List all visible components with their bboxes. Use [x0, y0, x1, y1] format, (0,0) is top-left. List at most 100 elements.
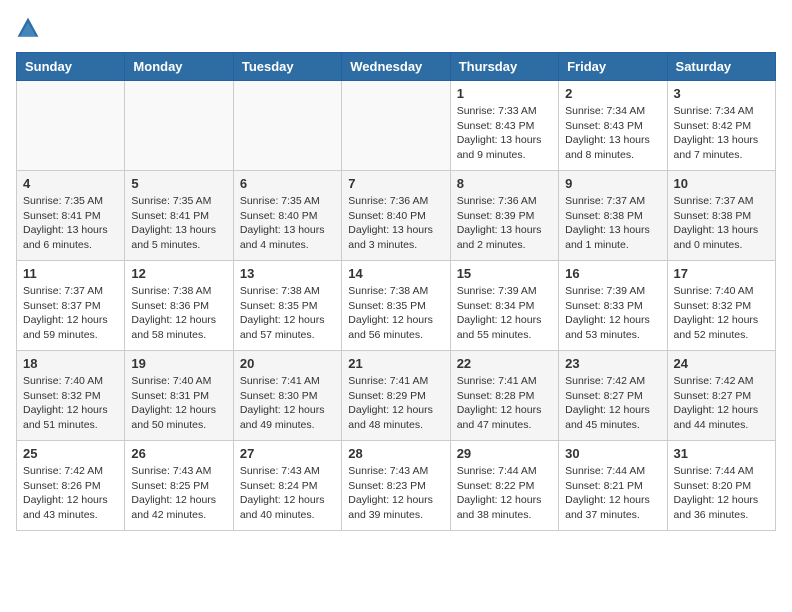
calendar-day-cell: 13Sunrise: 7:38 AM Sunset: 8:35 PM Dayli…: [233, 261, 341, 351]
calendar-day-cell: [17, 81, 125, 171]
calendar-day-cell: 31Sunrise: 7:44 AM Sunset: 8:20 PM Dayli…: [667, 441, 775, 531]
calendar-day-cell: 10 Sunrise: 7:37 AM Sunset: 8:38 PM Dayli…: [667, 171, 775, 261]
day-number: 26: [131, 446, 226, 461]
day-number: 25: [23, 446, 118, 461]
calendar-week-row: 1 Sunrise: 7:33 AM Sunset: 8:43 PM Daylig…: [17, 81, 776, 171]
calendar-day-cell: 20 Sunrise: 7:41 AM Sunset: 8:30 PM Dayli…: [233, 351, 341, 441]
day-of-week-header: Sunday: [17, 53, 125, 81]
day-info: Sunrise: 7:38 AM Sunset: 8:36 PM Dayligh…: [131, 284, 226, 343]
day-of-week-header: Thursday: [450, 53, 558, 81]
calendar-day-cell: 11 Sunrise: 7:37 AM Sunset: 8:37 PM Dayli…: [17, 261, 125, 351]
day-info: Sunrise: 7:40 AM Sunset: 8:32 PM Dayligh…: [23, 374, 118, 433]
calendar-day-cell: 21Sunrise: 7:41 AM Sunset: 8:29 PM Dayli…: [342, 351, 450, 441]
day-info: Sunrise: 7:38 AM Sunset: 8:35 PM Dayligh…: [348, 284, 443, 343]
day-info: Sunrise: 7:42 AM Sunset: 8:27 PM Dayligh…: [565, 374, 660, 433]
calendar-body: 1 Sunrise: 7:33 AM Sunset: 8:43 PM Daylig…: [17, 81, 776, 531]
day-number: 7: [348, 176, 443, 191]
day-info: Sunrise: 7:35 AM Sunset: 8:40 PM Dayligh…: [240, 194, 335, 253]
day-info: Sunrise: 7:36 AM Sunset: 8:40 PM Dayligh…: [348, 194, 443, 253]
calendar-day-cell: 8 Sunrise: 7:36 AM Sunset: 8:39 PM Daylig…: [450, 171, 558, 261]
day-number: 18: [23, 356, 118, 371]
day-number: 6: [240, 176, 335, 191]
day-number: 11: [23, 266, 118, 281]
day-info: Sunrise: 7:42 AM Sunset: 8:26 PM Dayligh…: [23, 464, 118, 523]
calendar-day-cell: 6 Sunrise: 7:35 AM Sunset: 8:40 PM Daylig…: [233, 171, 341, 261]
calendar-week-row: 4Sunrise: 7:35 AM Sunset: 8:41 PM Daylig…: [17, 171, 776, 261]
day-info: Sunrise: 7:40 AM Sunset: 8:31 PM Dayligh…: [131, 374, 226, 433]
day-number: 27: [240, 446, 335, 461]
day-number: 17: [674, 266, 769, 281]
day-info: Sunrise: 7:37 AM Sunset: 8:38 PM Dayligh…: [565, 194, 660, 253]
day-of-week-header: Friday: [559, 53, 667, 81]
day-of-week-header: Saturday: [667, 53, 775, 81]
day-number: 19: [131, 356, 226, 371]
day-number: 10: [674, 176, 769, 191]
day-info: Sunrise: 7:41 AM Sunset: 8:30 PM Dayligh…: [240, 374, 335, 433]
calendar-day-cell: 5Sunrise: 7:35 AM Sunset: 8:41 PM Daylig…: [125, 171, 233, 261]
day-info: Sunrise: 7:36 AM Sunset: 8:39 PM Dayligh…: [457, 194, 552, 253]
calendar-week-row: 18 Sunrise: 7:40 AM Sunset: 8:32 PM Dayli…: [17, 351, 776, 441]
calendar-day-cell: [233, 81, 341, 171]
calendar-day-cell: 27 Sunrise: 7:43 AM Sunset: 8:24 PM Dayli…: [233, 441, 341, 531]
day-number: 16: [565, 266, 660, 281]
day-of-week-header: Tuesday: [233, 53, 341, 81]
calendar-day-cell: 24 Sunrise: 7:42 AM Sunset: 8:27 PM Dayli…: [667, 351, 775, 441]
calendar-header: SundayMondayTuesdayWednesdayThursdayFrid…: [17, 53, 776, 81]
day-number: 29: [457, 446, 552, 461]
calendar-day-cell: [342, 81, 450, 171]
calendar-day-cell: 19 Sunrise: 7:40 AM Sunset: 8:31 PM Dayli…: [125, 351, 233, 441]
day-number: 21: [348, 356, 443, 371]
day-info: Sunrise: 7:37 AM Sunset: 8:38 PM Dayligh…: [674, 194, 769, 253]
day-number: 14: [348, 266, 443, 281]
day-number: 2: [565, 86, 660, 101]
day-info: Sunrise: 7:43 AM Sunset: 8:24 PM Dayligh…: [240, 464, 335, 523]
calendar-day-cell: 29 Sunrise: 7:44 AM Sunset: 8:22 PM Dayli…: [450, 441, 558, 531]
calendar-day-cell: 4Sunrise: 7:35 AM Sunset: 8:41 PM Daylig…: [17, 171, 125, 261]
day-number: 24: [674, 356, 769, 371]
calendar-day-cell: 9 Sunrise: 7:37 AM Sunset: 8:38 PM Daylig…: [559, 171, 667, 261]
calendar-day-cell: 26 Sunrise: 7:43 AM Sunset: 8:25 PM Dayli…: [125, 441, 233, 531]
logo-icon: [16, 16, 40, 40]
day-info: Sunrise: 7:43 AM Sunset: 8:23 PM Dayligh…: [348, 464, 443, 523]
calendar-week-row: 11 Sunrise: 7:37 AM Sunset: 8:37 PM Dayli…: [17, 261, 776, 351]
calendar-day-cell: 15Sunrise: 7:39 AM Sunset: 8:34 PM Dayli…: [450, 261, 558, 351]
day-info: Sunrise: 7:37 AM Sunset: 8:37 PM Dayligh…: [23, 284, 118, 343]
day-number: 9: [565, 176, 660, 191]
day-info: Sunrise: 7:34 AM Sunset: 8:43 PM Dayligh…: [565, 104, 660, 163]
day-info: Sunrise: 7:35 AM Sunset: 8:41 PM Dayligh…: [23, 194, 118, 253]
day-number: 1: [457, 86, 552, 101]
day-number: 22: [457, 356, 552, 371]
day-number: 23: [565, 356, 660, 371]
day-info: Sunrise: 7:43 AM Sunset: 8:25 PM Dayligh…: [131, 464, 226, 523]
day-info: Sunrise: 7:39 AM Sunset: 8:33 PM Dayligh…: [565, 284, 660, 343]
days-of-week-row: SundayMondayTuesdayWednesdayThursdayFrid…: [17, 53, 776, 81]
day-info: Sunrise: 7:42 AM Sunset: 8:27 PM Dayligh…: [674, 374, 769, 433]
day-info: Sunrise: 7:41 AM Sunset: 8:28 PM Dayligh…: [457, 374, 552, 433]
day-number: 30: [565, 446, 660, 461]
day-number: 28: [348, 446, 443, 461]
calendar-day-cell: 3Sunrise: 7:34 AM Sunset: 8:42 PM Daylig…: [667, 81, 775, 171]
calendar-table: SundayMondayTuesdayWednesdayThursdayFrid…: [16, 52, 776, 531]
day-info: Sunrise: 7:33 AM Sunset: 8:43 PM Dayligh…: [457, 104, 552, 163]
day-number: 13: [240, 266, 335, 281]
calendar-day-cell: 2 Sunrise: 7:34 AM Sunset: 8:43 PM Daylig…: [559, 81, 667, 171]
calendar-day-cell: 1 Sunrise: 7:33 AM Sunset: 8:43 PM Daylig…: [450, 81, 558, 171]
calendar-week-row: 25 Sunrise: 7:42 AM Sunset: 8:26 PM Dayli…: [17, 441, 776, 531]
calendar-day-cell: [125, 81, 233, 171]
day-info: Sunrise: 7:44 AM Sunset: 8:22 PM Dayligh…: [457, 464, 552, 523]
page-header: [16, 16, 776, 40]
day-number: 5: [131, 176, 226, 191]
day-number: 12: [131, 266, 226, 281]
calendar-day-cell: 18 Sunrise: 7:40 AM Sunset: 8:32 PM Dayli…: [17, 351, 125, 441]
day-of-week-header: Monday: [125, 53, 233, 81]
day-of-week-header: Wednesday: [342, 53, 450, 81]
day-info: Sunrise: 7:40 AM Sunset: 8:32 PM Dayligh…: [674, 284, 769, 343]
calendar-day-cell: 12 Sunrise: 7:38 AM Sunset: 8:36 PM Dayli…: [125, 261, 233, 351]
calendar-day-cell: 30Sunrise: 7:44 AM Sunset: 8:21 PM Dayli…: [559, 441, 667, 531]
day-number: 8: [457, 176, 552, 191]
calendar-day-cell: 22 Sunrise: 7:41 AM Sunset: 8:28 PM Dayli…: [450, 351, 558, 441]
day-number: 20: [240, 356, 335, 371]
day-info: Sunrise: 7:44 AM Sunset: 8:20 PM Dayligh…: [674, 464, 769, 523]
calendar-day-cell: 25 Sunrise: 7:42 AM Sunset: 8:26 PM Dayli…: [17, 441, 125, 531]
day-info: Sunrise: 7:39 AM Sunset: 8:34 PM Dayligh…: [457, 284, 552, 343]
